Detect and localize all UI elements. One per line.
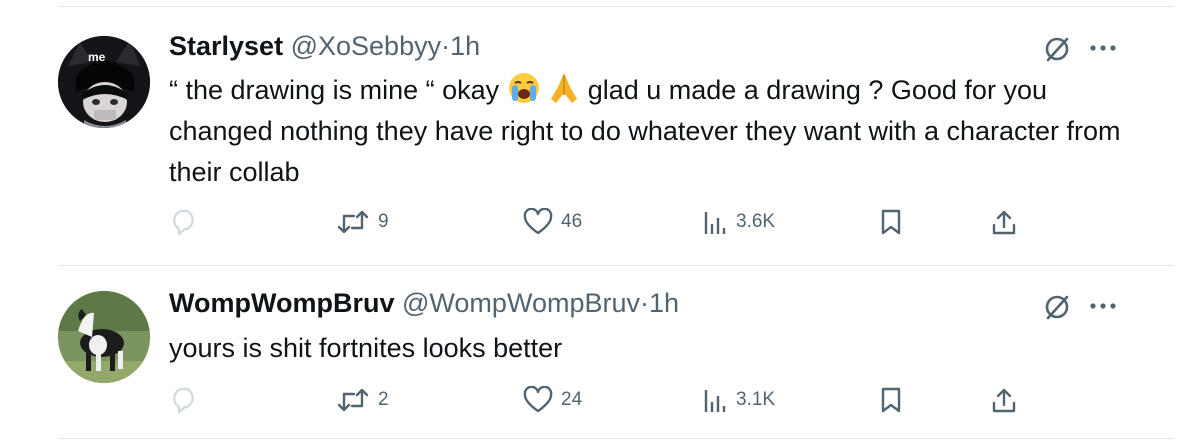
avatar-image	[58, 291, 150, 383]
tweet-header: Starlyset @XoSebbyy·1h	[169, 30, 480, 62]
timestamp[interactable]: 1h	[649, 288, 679, 318]
bottom-divider	[59, 438, 1174, 439]
retweet-icon	[337, 210, 369, 234]
reply-button[interactable]	[168, 386, 200, 414]
bookmark-button[interactable]	[880, 208, 902, 236]
share-icon	[992, 210, 1016, 235]
retweet-icon	[337, 388, 369, 412]
display-name[interactable]: WompWompBruv	[169, 288, 395, 318]
like-button[interactable]: 46	[523, 208, 582, 236]
share-button[interactable]	[990, 208, 1018, 236]
bookmark-button[interactable]	[880, 386, 902, 414]
tweet-header: WompWompBruv @WompWompBruv·1h	[169, 287, 679, 319]
grok-icon[interactable]	[1042, 292, 1072, 322]
share-icon	[992, 388, 1016, 413]
tweet-text: yours is shit fortnites looks better	[169, 328, 1129, 369]
tweet-text: “ the drawing is mine “ okay glad u made…	[169, 70, 1129, 193]
reply-icon	[173, 387, 194, 414]
like-count: 46	[561, 211, 583, 232]
views-icon	[704, 390, 726, 412]
avatar-label: me	[88, 50, 106, 64]
heart-icon	[523, 386, 553, 413]
tweet-text-content: yours is shit fortnites looks better	[169, 333, 563, 363]
retweet-button[interactable]: 9	[336, 208, 389, 236]
like-count: 24	[561, 389, 583, 410]
views-button[interactable]: 3.1K	[702, 386, 775, 414]
retweet-count: 9	[378, 211, 389, 232]
folded-hands-icon	[551, 73, 578, 103]
retweet-button[interactable]: 2	[336, 386, 389, 414]
share-button[interactable]	[990, 386, 1018, 414]
tweet-divider	[59, 265, 1174, 266]
reply-icon	[173, 209, 194, 236]
user-handle[interactable]: @WompWompBruv	[402, 288, 640, 318]
separator-dot: ·	[639, 288, 649, 318]
like-button[interactable]: 24	[523, 386, 582, 414]
tweet-text-part-1: “ the drawing is mine “ okay	[169, 75, 500, 105]
timestamp[interactable]: 1h	[450, 31, 480, 61]
separator-dot: ·	[441, 31, 451, 61]
top-divider	[59, 6, 1174, 7]
loudly-crying-face-icon	[508, 73, 539, 103]
retweet-count: 2	[378, 389, 389, 410]
view-count: 3.1K	[736, 389, 776, 410]
views-icon	[704, 212, 726, 234]
more-options-icon[interactable]	[1088, 301, 1118, 311]
grok-icon[interactable]	[1042, 34, 1072, 64]
avatar[interactable]	[58, 291, 150, 383]
display-name[interactable]: Starlyset	[169, 31, 283, 61]
reply-button[interactable]	[168, 208, 200, 236]
views-button[interactable]: 3.6K	[702, 208, 775, 236]
bookmark-icon	[881, 387, 901, 413]
more-options-icon[interactable]	[1088, 43, 1118, 53]
view-count: 3.6K	[736, 211, 776, 232]
heart-icon	[523, 208, 553, 235]
avatar[interactable]: me	[58, 36, 150, 128]
user-handle[interactable]: @XoSebbyy	[291, 31, 442, 61]
bookmark-icon	[881, 209, 901, 235]
